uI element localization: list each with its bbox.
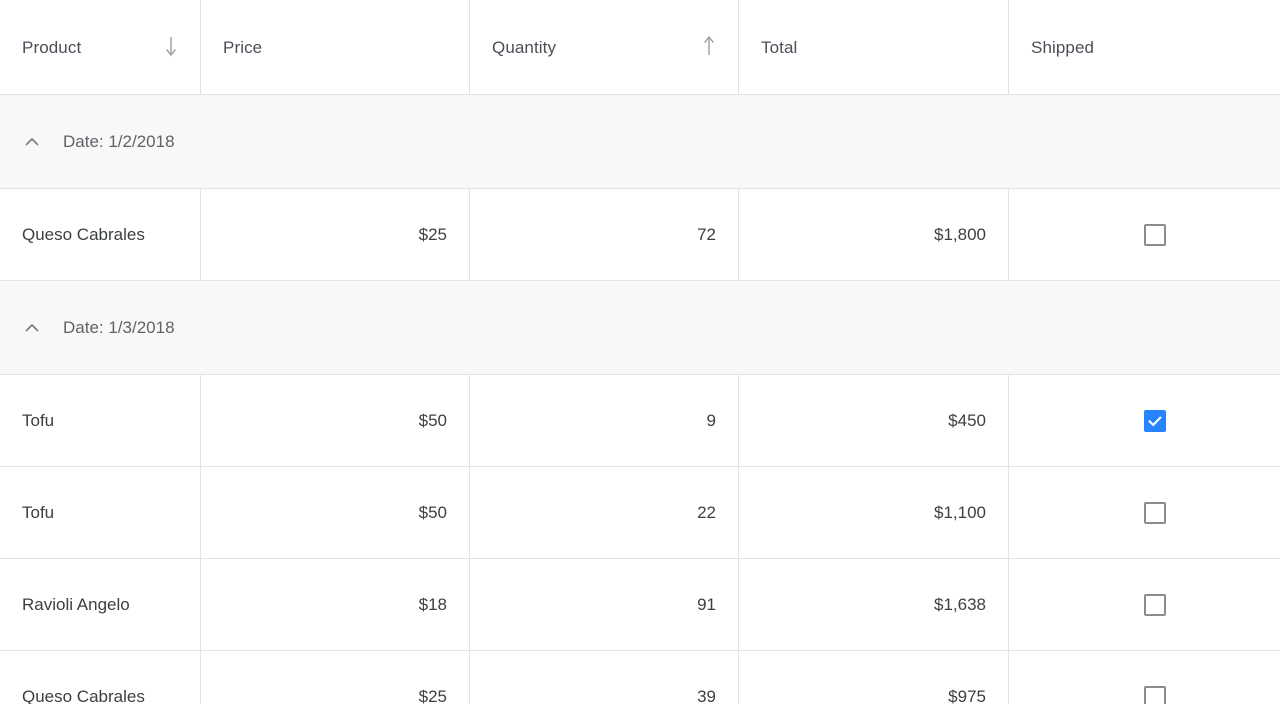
cell-shipped [1009, 189, 1280, 280]
cell-product: Queso Cabrales [0, 651, 201, 704]
cell-quantity: 91 [470, 559, 739, 650]
column-header-shipped-label: Shipped [1031, 37, 1095, 57]
table-row[interactable]: Tofu $50 22 $1,100 [0, 467, 1280, 559]
shipped-checkbox[interactable] [1144, 409, 1166, 432]
group-header-label: Date: 1/3/2018 [63, 318, 175, 337]
cell-shipped [1009, 467, 1280, 558]
cell-total: $1,638 [739, 559, 1009, 650]
column-header-quantity-label: Quantity [492, 37, 557, 57]
cell-total: $1,100 [739, 467, 1009, 558]
column-header-price-label: Price [223, 37, 263, 57]
cell-price: $18 [201, 559, 470, 650]
cell-total: $1,800 [739, 189, 1009, 280]
column-header-total-label: Total [761, 37, 798, 57]
cell-product: Tofu [0, 375, 201, 466]
cell-total: $450 [739, 375, 1009, 466]
cell-quantity: 9 [470, 375, 739, 466]
column-header-product[interactable]: Product [0, 0, 201, 94]
table-row[interactable]: Queso Cabrales $25 72 $1,800 [0, 189, 1280, 281]
cell-quantity: 39 [470, 651, 739, 704]
column-header-price[interactable]: Price [201, 0, 470, 94]
cell-shipped [1009, 375, 1280, 466]
table-row[interactable]: Tofu $50 9 $450 [0, 375, 1280, 467]
cell-price: $50 [201, 375, 470, 466]
grid-body: Date: 1/2/2018 Queso Cabrales $25 72 $1,800 D… [0, 95, 1280, 704]
cell-price: $25 [201, 189, 470, 280]
group-header-row[interactable]: Date: 1/2/2018 [0, 95, 1280, 189]
group-header-row[interactable]: Date: 1/3/2018 [0, 281, 1280, 375]
shipped-checkbox[interactable] [1144, 223, 1166, 246]
cell-shipped [1009, 559, 1280, 650]
table-row[interactable]: Queso Cabrales $25 39 $975 [0, 651, 1280, 704]
chevron-up-icon[interactable] [22, 132, 42, 152]
arrow-up-icon [702, 34, 716, 60]
cell-shipped [1009, 651, 1280, 704]
column-header-quantity[interactable]: Quantity [470, 0, 739, 94]
table-row[interactable]: Ravioli Angelo $18 91 $1,638 [0, 559, 1280, 651]
arrow-down-icon [164, 34, 178, 60]
cell-price: $50 [201, 467, 470, 558]
cell-total: $975 [739, 651, 1009, 704]
group-header-label: Date: 1/2/2018 [63, 132, 175, 151]
cell-quantity: 22 [470, 467, 739, 558]
shipped-checkbox[interactable] [1144, 593, 1166, 616]
cell-product: Tofu [0, 467, 201, 558]
cell-quantity: 72 [470, 189, 739, 280]
column-header-total[interactable]: Total [739, 0, 1009, 94]
column-header-shipped[interactable]: Shipped [1009, 0, 1280, 94]
shipped-checkbox[interactable] [1144, 685, 1166, 704]
data-grid: Product Price Quantity Total Shipped Dat… [0, 0, 1280, 704]
chevron-up-icon[interactable] [22, 318, 42, 338]
cell-product: Ravioli Angelo [0, 559, 201, 650]
cell-product: Queso Cabrales [0, 189, 201, 280]
grid-header-row: Product Price Quantity Total Shipped [0, 0, 1280, 95]
cell-price: $25 [201, 651, 470, 704]
shipped-checkbox[interactable] [1144, 501, 1166, 524]
column-header-product-label: Product [22, 37, 82, 57]
